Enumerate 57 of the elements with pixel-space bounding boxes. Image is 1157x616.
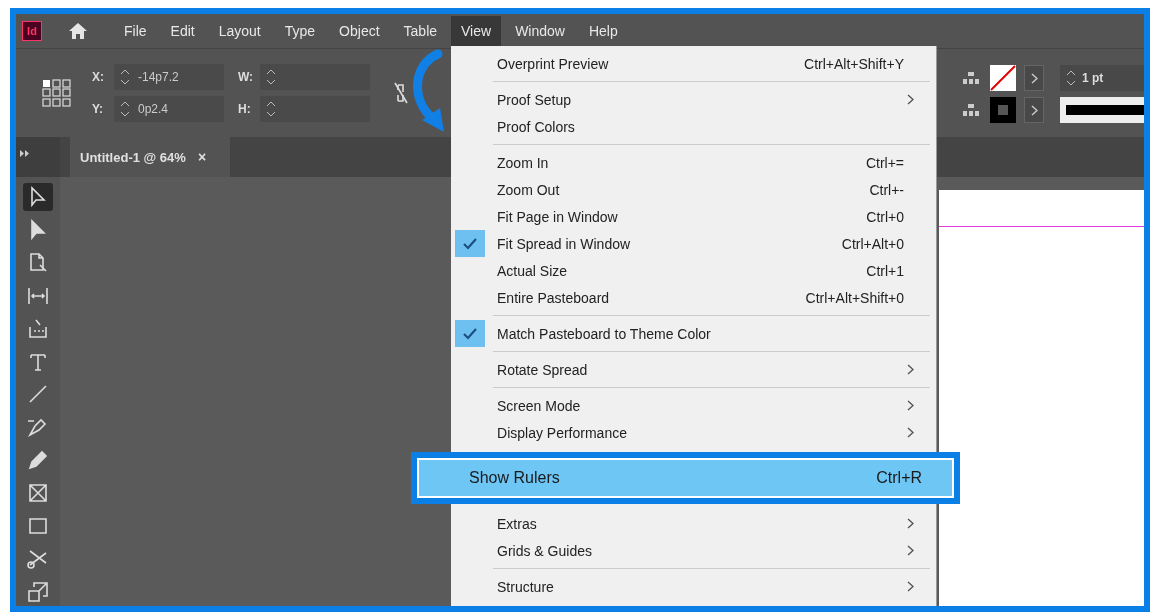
menu-item[interactable]: Proof Colors xyxy=(451,113,937,140)
collapse-icon[interactable] xyxy=(20,150,30,157)
input-field[interactable]: -14p7.2 xyxy=(114,64,224,90)
menu-item[interactable]: Fit Page in Window Ctrl+0 xyxy=(451,203,937,230)
dropdown-button[interactable] xyxy=(1024,65,1044,91)
stroke-swatch-icon[interactable] xyxy=(990,97,1016,123)
no-fill-swatch-icon[interactable] xyxy=(990,65,1016,91)
field-label: H: xyxy=(238,102,252,116)
dropdown-button[interactable] xyxy=(1024,97,1044,123)
menu-item[interactable]: Screen Mode xyxy=(451,392,937,419)
stroke-icon[interactable] xyxy=(960,103,982,117)
app-logo[interactable]: Id xyxy=(22,21,42,41)
transform-tool-icon xyxy=(26,580,50,604)
menu-item[interactable]: Display Performance xyxy=(451,419,937,446)
spinner-icon[interactable] xyxy=(266,100,276,118)
stroke-weight-field[interactable]: 1 pt xyxy=(1060,65,1144,91)
field-label: W: xyxy=(238,70,255,84)
input-field[interactable] xyxy=(260,96,370,122)
menu-item[interactable]: Grids & Guides xyxy=(451,537,937,564)
field-label: Y: xyxy=(92,102,105,116)
spinner-icon[interactable] xyxy=(266,68,276,86)
close-button[interactable]: × xyxy=(197,149,207,165)
menu-item[interactable]: Zoom In Ctrl+= xyxy=(451,149,937,176)
broken-link-icon[interactable] xyxy=(394,82,408,104)
menu-item[interactable]: Match Pasteboard to Theme Color xyxy=(451,320,937,347)
menu-item[interactable]: Rotate Spread xyxy=(451,356,937,383)
menu-item[interactable]: Show Rulers Ctrl+R xyxy=(419,460,953,496)
menu-item[interactable]: Extras xyxy=(451,510,937,537)
menu-item[interactable]: Edit xyxy=(160,16,205,46)
menu-item[interactable]: Structure xyxy=(451,573,937,600)
menu-item[interactable]: View xyxy=(451,16,502,46)
document-tab[interactable]: Untitled-1 @ 64% × xyxy=(70,137,230,177)
chevron-right-icon xyxy=(1030,72,1038,84)
menu-item[interactable]: Window xyxy=(505,16,575,46)
menu-item[interactable]: Fit Spread in Window Ctrl+Alt+0 xyxy=(451,230,937,257)
input-field[interactable] xyxy=(260,64,370,90)
menu-item[interactable]: Actual Size Ctrl+1 xyxy=(451,257,937,284)
menu-item[interactable]: File xyxy=(114,16,157,46)
stroke-style-swatch[interactable] xyxy=(1060,97,1144,123)
home-icon[interactable] xyxy=(68,22,88,40)
fill-icon[interactable] xyxy=(960,71,982,85)
spinner-icon[interactable] xyxy=(120,100,130,118)
field-label: X: xyxy=(92,70,105,84)
menu-item[interactable]: Help xyxy=(578,16,628,46)
menu-item[interactable]: Object xyxy=(329,16,390,46)
spinner-icon[interactable] xyxy=(1066,69,1076,87)
menu-item[interactable]: Proof Setup xyxy=(451,86,937,113)
menu-item[interactable]: Zoom Out Ctrl+- xyxy=(451,176,937,203)
menu-item[interactable]: Overprint Preview Ctrl+Alt+Shift+Y xyxy=(451,50,937,77)
tool-button[interactable] xyxy=(23,183,53,211)
menu-item[interactable]: Type xyxy=(274,16,326,46)
spinner-icon[interactable] xyxy=(120,68,130,86)
menu-item[interactable]: Entire Pasteboard Ctrl+Alt+Shift+0 xyxy=(451,284,937,311)
menu-item[interactable]: Table xyxy=(393,16,448,46)
input-field[interactable]: 0p2.4 xyxy=(114,96,224,122)
menu-item[interactable]: Layout xyxy=(208,16,271,46)
chevron-right-icon xyxy=(1030,104,1038,116)
